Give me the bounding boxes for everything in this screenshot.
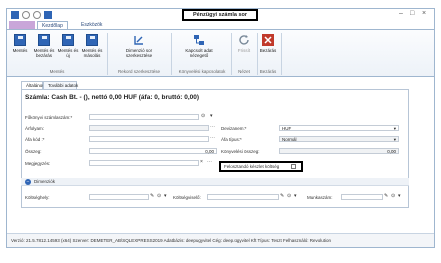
save-close-icon — [38, 34, 50, 46]
arfolyam-input[interactable] — [89, 125, 209, 131]
save-copy-button[interactable]: Mentés és másolás — [81, 34, 103, 58]
afa-tipus-label: Áfa típus:* — [221, 137, 242, 142]
file-tab[interactable] — [9, 21, 35, 29]
tab-altalanos[interactable]: Általános — [21, 81, 45, 89]
koltsegviselo-input[interactable] — [207, 194, 279, 200]
group-divider — [281, 33, 282, 75]
edit-icon[interactable]: ✎ — [150, 193, 154, 199]
megjegyzes-input[interactable] — [89, 160, 199, 166]
window-title: Pénzügyi számla sor — [182, 9, 258, 21]
fokonyvi-label: Főkönyvi számlaszám:* — [25, 115, 73, 120]
group-label-rekord: Rekord szerkesztése — [117, 69, 161, 74]
invoice-heading: Számla: Cash Bt. - (), nettó 0,00 HUF (á… — [25, 94, 200, 101]
app-window: Pénzügyi számla sor – □ × Kezdőlap Eszkö… — [6, 8, 435, 248]
ribbon-tabs: Kezdőlap Eszközök — [7, 21, 434, 29]
devizanem-select[interactable]: HUF ▾ — [279, 125, 399, 131]
quick-save-icon[interactable] — [44, 11, 52, 19]
status-bar: Verzió: 21.5.7812.14593 (x64) Szerver: D… — [7, 233, 434, 247]
clear-icon[interactable]: ⊙ — [391, 193, 395, 199]
linked-data-icon — [193, 34, 205, 46]
more-icon[interactable]: ⋯ — [210, 124, 215, 130]
app-icon — [11, 11, 19, 19]
save-new-icon — [62, 34, 74, 46]
edit-icon[interactable]: ✎ — [280, 193, 284, 199]
edit-dimension-row-button[interactable]: Dimenzió sor szerkesztése — [119, 34, 159, 58]
minimize-icon[interactable]: – — [399, 10, 403, 17]
afa-kod-label: Áfa kód :* — [25, 137, 45, 142]
megjegyzes-label: Megjegyzés: — [25, 161, 51, 166]
undo-icon[interactable] — [22, 11, 30, 19]
close-window-icon[interactable]: × — [422, 10, 426, 17]
refresh-button[interactable]: Frissít — [233, 34, 255, 53]
felosztando-highlight: Felosztandó készlet költség — [219, 161, 303, 172]
group-label-mentes: Mentés — [49, 69, 65, 74]
tab-tovabbi-adatok[interactable]: További adatok — [43, 81, 78, 89]
felosztando-label: Felosztandó készlet költség — [224, 164, 280, 169]
koltsegviselo-label: Költségviselő: — [173, 195, 201, 200]
tab-eszkozok[interactable]: Eszközök — [77, 21, 106, 29]
save-copy-icon — [86, 34, 98, 46]
edit-icon[interactable]: ✎ — [384, 193, 388, 199]
dropdown-icon: ▾ — [393, 126, 396, 131]
close-icon — [262, 34, 274, 46]
save-close-button[interactable]: Mentés és bezárás — [33, 34, 55, 58]
linked-data-viewer-button[interactable]: Kapcsolt adat nézegető — [179, 34, 219, 58]
munkaszam-input[interactable] — [341, 194, 383, 200]
group-label-konyvelesi: Könyvelési kapcsolatok — [178, 69, 226, 74]
clear-icon[interactable]: ⊙ — [201, 113, 205, 119]
refresh-icon — [238, 34, 250, 46]
title-bar: Pénzügyi számla sor – □ × — [7, 9, 434, 21]
save-icon — [14, 34, 26, 46]
clear-x-icon[interactable]: × — [200, 159, 203, 165]
osszeg-label: Összeg: — [25, 149, 42, 154]
edit-dimension-icon — [133, 34, 145, 46]
close-button[interactable]: Bezárás — [257, 34, 279, 53]
group-label-bezaras: Bezárás — [259, 69, 277, 74]
dropdown-icon[interactable]: ▾ — [398, 193, 401, 199]
redo-icon[interactable] — [33, 11, 41, 19]
dropdown-icon: ▾ — [393, 137, 396, 142]
save-new-button[interactable]: Mentés és új — [57, 34, 79, 58]
osszeg-input[interactable]: 0,00 — [89, 148, 217, 154]
group-divider — [171, 33, 172, 75]
group-label-nezet: Nézet — [238, 69, 250, 74]
koltseghely-input[interactable] — [89, 194, 149, 200]
group-divider — [231, 33, 232, 75]
koltseghely-label: Költséghely: — [25, 195, 50, 200]
more-icon[interactable]: ⋯ — [207, 159, 212, 165]
maximize-icon[interactable]: □ — [410, 10, 414, 17]
clear-icon[interactable]: ⊙ — [157, 193, 161, 199]
save-button[interactable]: Mentés — [9, 34, 31, 53]
fokonyvi-input[interactable] — [89, 114, 199, 120]
clear-icon[interactable]: ⊙ — [287, 193, 291, 199]
afa-tipus-select[interactable]: Normál ▾ — [279, 136, 399, 142]
collapse-icon[interactable]: − — [25, 179, 31, 185]
dropdown-icon[interactable]: ▾ — [294, 193, 297, 199]
ribbon: Mentés Mentés és bezárás Mentés és új Me… — [7, 29, 434, 77]
dimensions-header[interactable]: − Dimenziók — [21, 178, 409, 186]
dropdown-icon[interactable]: ▾ — [210, 113, 213, 119]
more-icon[interactable]: ⋯ — [210, 135, 215, 141]
konyvelesi-osszeg-label: Könyvelési összeg: — [221, 149, 260, 154]
group-divider — [107, 33, 108, 75]
dropdown-icon[interactable]: ▾ — [164, 193, 167, 199]
afa-kod-input[interactable] — [89, 136, 209, 142]
konyvelesi-osszeg-input: 0,00 — [279, 148, 399, 154]
devizanem-label: Devizanem:* — [221, 126, 247, 131]
munkaszam-label: Munkaszám: — [307, 195, 333, 200]
tab-kezdolap[interactable]: Kezdőlap — [37, 21, 68, 29]
arfolyam-label: Árfolyam: — [25, 126, 45, 131]
felosztando-checkbox[interactable] — [291, 164, 296, 169]
